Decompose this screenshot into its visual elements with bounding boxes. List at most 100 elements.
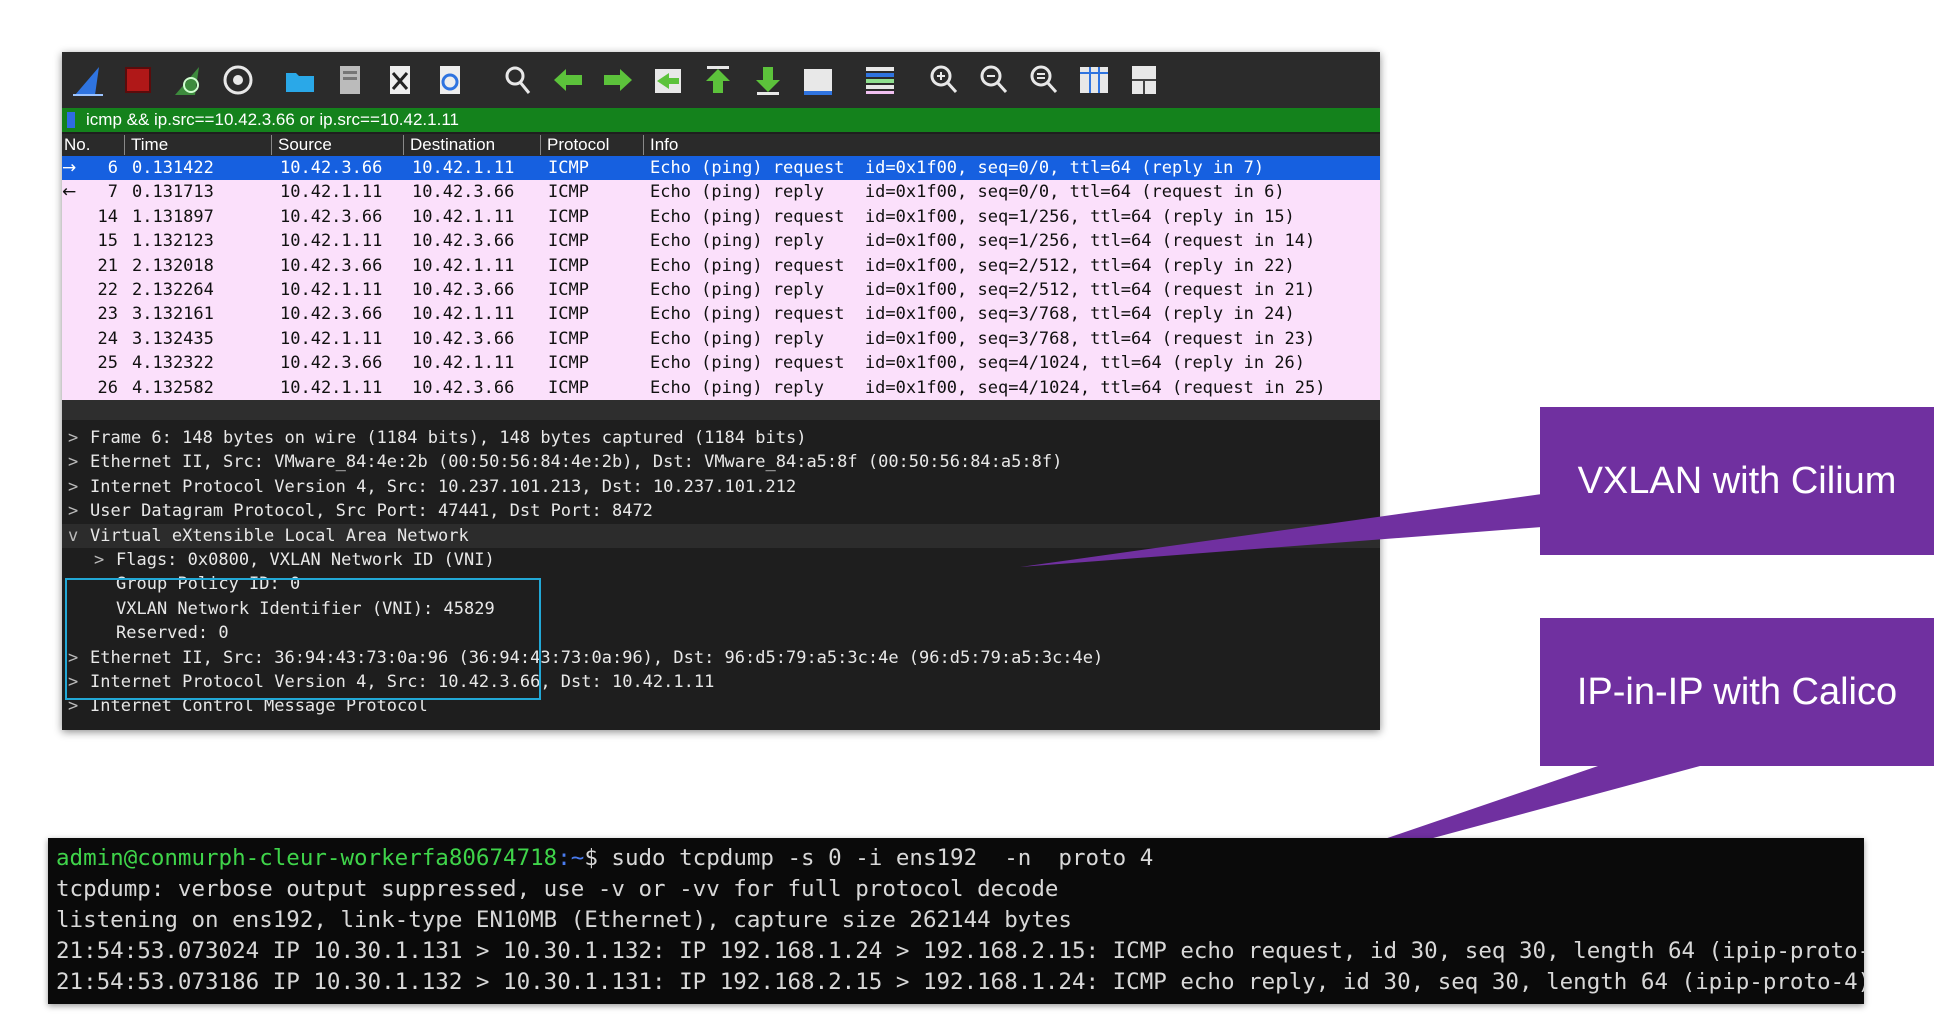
packet-no: 23 <box>97 304 118 325</box>
packet-protocol: ICMP <box>548 280 589 300</box>
filter-bookmark-icon[interactable] <box>67 112 75 128</box>
packet-row[interactable]: → 6 0.131422 10.42.3.66 10.42.1.11 ICMP Echo (… <box>62 156 1380 181</box>
detail-tree-item[interactable]: v Virtual eXtensible Local Area Network <box>62 523 1380 548</box>
packet-time: 1.131897 <box>132 206 214 227</box>
detail-text: Internet Protocol Version 4, Src: 10.42.… <box>90 672 715 692</box>
expand-caret-right-icon[interactable]: > <box>68 450 82 474</box>
expand-caret-right-icon[interactable]: > <box>68 670 82 694</box>
detail-text: Reserved: 0 <box>116 623 229 644</box>
packet-time: 2.132018 <box>132 255 214 276</box>
close-file-icon[interactable] <box>378 58 422 102</box>
reload-file-icon[interactable] <box>428 58 472 102</box>
packet-time: 2.132264 <box>132 280 214 300</box>
packet-protocol: ICMP <box>548 182 589 203</box>
column-source[interactable]: Source <box>271 135 332 155</box>
detail-tree-item[interactable]: > Internet Protocol Version 4, Src: 10.42… <box>62 670 1380 694</box>
display-filter-bar[interactable]: icmp && ip.src==10.42.3.66 or ip.src==10… <box>62 108 1380 132</box>
detail-tree-item[interactable]: > User Datagram Protocol, Src Port: 47441… <box>62 499 1380 523</box>
detail-text: User Datagram Protocol, Src Port: 47441,… <box>90 501 653 522</box>
detail-text: Group Policy ID: 0 <box>116 574 301 595</box>
terminal-window: · · · · · · · · admin@conmurph-cleur-wor… <box>48 838 1864 1004</box>
expand-caret-right-icon[interactable]: > <box>94 548 108 572</box>
zoom-normal-icon[interactable] <box>1022 58 1066 102</box>
column-no[interactable]: No. <box>64 135 90 155</box>
restart-capture-icon[interactable] <box>166 58 210 102</box>
detail-text: VXLAN Network Identifier (VNI): 45829 <box>116 598 495 619</box>
packet-destination: 10.42.1.11 <box>412 158 515 178</box>
packet-info: Echo (ping) reply id=0x1f00, seq=3/768, … <box>650 328 1316 349</box>
packet-time: 3.132435 <box>132 328 214 349</box>
column-protocol[interactable]: Protocol <box>540 135 609 155</box>
packet-destination: 10.42.1.11 <box>412 304 515 325</box>
go-back-icon[interactable] <box>546 58 590 102</box>
autoscroll-icon[interactable] <box>796 58 840 102</box>
detail-text: Ethernet II, Src: 36:94:43:73:0a:96 (36:… <box>90 647 1104 668</box>
packet-row[interactable]: 22 2.132264 10.42.1.11 10.42.3.66 ICMP Echo (… <box>62 278 1380 302</box>
detail-text: Virtual eXtensible Local Area Network <box>90 525 469 546</box>
packet-protocol: ICMP <box>548 328 589 349</box>
detail-tree-item[interactable]: VXLAN Network Identifier (VNI): 45829 <box>62 597 1380 621</box>
capture-options-icon[interactable] <box>216 58 260 102</box>
packet-source: 10.42.1.11 <box>280 377 383 398</box>
detail-tree-item[interactable]: Group Policy ID: 0 <box>62 572 1380 596</box>
packet-row[interactable]: 21 2.132018 10.42.3.66 10.42.1.11 ICMP Echo (… <box>62 254 1380 278</box>
packet-no: 21 <box>97 255 118 276</box>
detail-tree-item[interactable]: > Frame 6: 148 bytes on wire (1184 bits),… <box>62 426 1380 450</box>
colorize-icon[interactable] <box>858 58 902 102</box>
resize-columns-icon[interactable] <box>1072 58 1116 102</box>
packet-time: 4.132582 <box>132 377 214 398</box>
find-packet-icon[interactable] <box>496 58 540 102</box>
go-forward-icon[interactable] <box>596 58 640 102</box>
packet-time: 3.132161 <box>132 304 214 325</box>
main-toolbar <box>62 52 1380 108</box>
detail-tree-item[interactable]: Reserved: 0 <box>62 621 1380 645</box>
packet-protocol: ICMP <box>548 304 589 325</box>
expand-caret-right-icon[interactable]: > <box>68 475 82 499</box>
detail-tree-item[interactable]: > Ethernet II, Src: VMware_84:4e:2b (00:5… <box>62 450 1380 474</box>
pane-splitter[interactable] <box>62 400 1380 420</box>
packet-source: 10.42.3.66 <box>280 304 383 325</box>
packet-protocol: ICMP <box>548 231 589 252</box>
expand-caret-right-icon[interactable]: > <box>68 499 82 523</box>
packet-row[interactable]: 23 3.132161 10.42.3.66 10.42.1.11 ICMP Echo (… <box>62 302 1380 326</box>
expand-caret-down-icon[interactable]: v <box>68 524 82 548</box>
detail-tree-item[interactable]: > Internet Control Message Protocol <box>62 694 1380 718</box>
display-filter-input[interactable]: icmp && ip.src==10.42.3.66 or ip.src==10… <box>86 110 459 130</box>
prompt-command: $ sudo tcpdump -s 0 -i ens192 -n proto 4 <box>584 845 1154 871</box>
packet-row[interactable]: 24 3.132435 10.42.1.11 10.42.3.66 ICMP Echo (… <box>62 327 1380 351</box>
go-first-icon[interactable] <box>696 58 740 102</box>
packet-source: 10.42.3.66 <box>280 255 383 276</box>
packet-row[interactable]: 14 1.131897 10.42.3.66 10.42.1.11 ICMP Echo (… <box>62 205 1380 229</box>
open-file-icon[interactable] <box>278 58 322 102</box>
packet-destination: 10.42.3.66 <box>412 280 515 300</box>
expand-caret-right-icon[interactable]: > <box>68 426 82 450</box>
packet-row[interactable]: 25 4.132322 10.42.3.66 10.42.1.11 ICMP Echo (… <box>62 351 1380 375</box>
packet-destination: 10.42.3.66 <box>412 182 515 203</box>
packet-no: 7 <box>107 182 118 203</box>
detail-text: Internet Protocol Version 4, Src: 10.237… <box>90 476 797 497</box>
zoom-out-icon[interactable] <box>972 58 1016 102</box>
packet-protocol: ICMP <box>548 255 589 276</box>
terminal-output-line: listening on ens192, link-type EN10MB (E… <box>56 907 1072 933</box>
column-destination[interactable]: Destination <box>403 135 495 155</box>
terminal-output-line: 21:54:53.073024 IP 10.30.1.131 > 10.30.1… <box>56 938 1864 964</box>
layout-icon[interactable] <box>1122 58 1166 102</box>
column-info[interactable]: Info <box>643 135 678 155</box>
packet-row[interactable]: ← 7 0.131713 10.42.1.11 10.42.3.66 ICMP Echo (… <box>62 180 1380 204</box>
go-last-icon[interactable] <box>746 58 790 102</box>
detail-tree-item[interactable]: > Internet Protocol Version 4, Src: 10.23… <box>62 475 1380 499</box>
detail-tree-item[interactable]: > Flags: 0x0800, VXLAN Network ID (VNI) <box>62 548 1380 572</box>
packet-row[interactable]: 15 1.132123 10.42.1.11 10.42.3.66 ICMP Echo (… <box>62 229 1380 253</box>
save-file-icon[interactable] <box>328 58 372 102</box>
shark-fin-start-icon[interactable] <box>66 58 110 102</box>
column-time[interactable]: Time <box>124 135 168 155</box>
expand-caret-right-icon[interactable]: > <box>68 646 82 670</box>
stop-capture-icon[interactable] <box>116 58 160 102</box>
zoom-in-icon[interactable] <box>922 58 966 102</box>
packet-details-pane: > Frame 6: 148 bytes on wire (1184 bits),… <box>62 420 1380 730</box>
go-to-packet-icon[interactable] <box>646 58 690 102</box>
detail-tree-item[interactable]: > Ethernet II, Src: 36:94:43:73:0a:96 (36… <box>62 646 1380 670</box>
packet-destination: 10.42.3.66 <box>412 328 515 349</box>
expand-caret-right-icon[interactable]: > <box>68 694 82 718</box>
packet-row[interactable]: 26 4.132582 10.42.1.11 10.42.3.66 ICMP Echo (… <box>62 376 1380 400</box>
